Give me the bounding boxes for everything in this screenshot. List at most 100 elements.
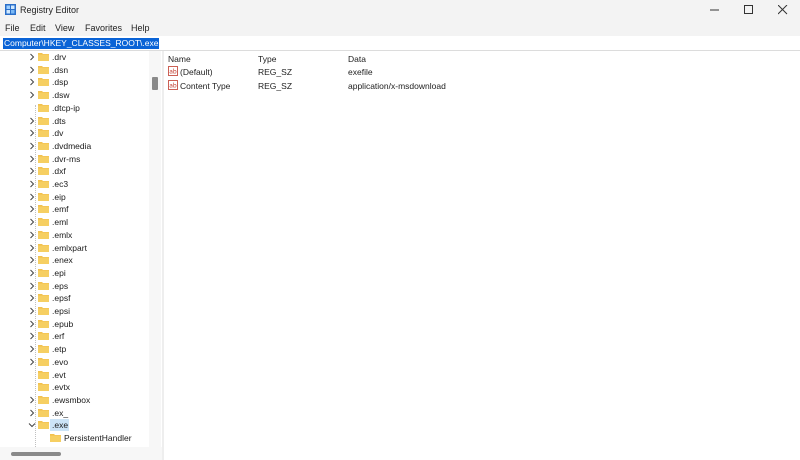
column-header-name[interactable]: Name [168,54,191,64]
chevron-right-icon[interactable] [28,180,36,188]
address-bar[interactable]: Computer\HKEY_CLASSES_ROOT\.exe [0,36,800,51]
chevron-right-icon[interactable] [28,231,36,239]
tree-node-evo[interactable]: .evo [0,356,148,368]
tree-node-eml[interactable]: .eml [0,216,148,228]
folder-icon [38,116,49,125]
tree-node-enex[interactable]: .enex [0,254,148,266]
tree-node-label: .dvr-ms [52,153,81,164]
tree-node-label: .emlxpart [52,242,87,253]
tree-node-dvr-ms[interactable]: .dvr-ms [0,153,148,165]
tree-node-emlx[interactable]: .emlx [0,229,148,241]
tree-node-label: .emf [52,204,69,215]
folder-icon [38,268,49,277]
menu-file[interactable]: File [5,23,20,33]
chevron-right-icon[interactable] [28,78,36,86]
tree-node-exe[interactable]: .exe [0,419,148,432]
chevron-right-icon[interactable] [28,320,36,328]
svg-text:ab: ab [169,69,177,76]
chevron-right-icon[interactable] [28,167,36,175]
tree-node-eip[interactable]: .eip [0,191,148,203]
chevron-right-icon[interactable] [28,345,36,353]
chevron-right-icon[interactable] [28,282,36,290]
tree-node-persistenthandler[interactable]: PersistentHandler [0,432,148,444]
tree-node-etp[interactable]: .etp [0,343,148,355]
tree-node-ewsmbox[interactable]: .ewsmbox [0,394,148,406]
chevron-right-icon[interactable] [28,117,36,125]
tree-node-ex[interactable]: .ex_ [0,407,148,419]
chevron-right-icon[interactable] [28,358,36,366]
chevron-right-icon[interactable] [28,142,36,150]
chevron-right-icon[interactable] [28,396,36,404]
chevron-right-icon[interactable] [28,256,36,264]
chevron-right-icon[interactable] [28,244,36,252]
chevron-right-icon[interactable] [28,155,36,163]
tree-node-ec3[interactable]: .ec3 [0,178,148,190]
folder-icon [38,281,49,290]
scrollbar-thumb[interactable] [152,77,158,90]
string-value-icon: ab [168,66,178,76]
chevron-right-icon[interactable] [28,205,36,213]
menu-view[interactable]: View [55,23,74,33]
folder-icon [38,370,49,379]
tree-node-label: .epi [52,267,66,278]
column-header-type[interactable]: Type [258,54,276,64]
window-title: Registry Editor [20,5,80,15]
chevron-down-icon[interactable] [28,421,36,429]
chevron-right-icon[interactable] [28,218,36,226]
chevron-right-icon[interactable] [28,53,36,61]
chevron-right-icon[interactable] [28,129,36,137]
folder-icon [38,65,49,74]
maximize-icon [744,5,753,14]
value-row[interactable]: ab Content Type REG_SZ application/x-msd… [164,79,800,93]
tree-node-drv[interactable]: .drv [0,51,148,63]
tree-node-dvdmedia[interactable]: .dvdmedia [0,140,148,152]
minimize-button[interactable] [698,0,732,20]
tree-node-epsf[interactable]: .epsf [0,292,148,304]
tree-node-dtcp-ip[interactable]: .dtcp-ip [0,102,148,114]
scrollbar-thumb[interactable] [11,452,61,456]
chevron-right-icon[interactable] [28,66,36,74]
tree-node-epub[interactable]: .epub [0,318,148,330]
chevron-right-icon[interactable] [28,332,36,340]
chevron-right-icon[interactable] [28,307,36,315]
chevron-right-icon[interactable] [28,91,36,99]
tree-node-eps[interactable]: .eps [0,280,148,292]
folder-icon [38,307,49,315]
key-tree: .drv .dsn .dsp .dsw .dtcp-ip .dts .dv .dvdmedia… [0,51,162,447]
menu-edit[interactable]: Edit [30,23,46,33]
tree-node-dv[interactable]: .dv [0,127,148,139]
tree-node-evtx[interactable]: .evtx [0,381,148,393]
chevron-right-icon[interactable] [28,294,36,302]
tree-horizontal-scrollbar[interactable] [0,447,162,460]
column-header-data[interactable]: Data [348,54,366,64]
folder-icon [38,357,49,366]
tree-node-epsi[interactable]: .epsi [0,305,148,317]
tree-node-dxf[interactable]: .dxf [0,165,148,177]
tree-node-label: .dv [52,128,64,139]
tree-node-label: .evtx [52,382,70,393]
tree-node-evt[interactable]: .evt [0,369,148,381]
tree-node-erf[interactable]: .erf [0,330,148,342]
tree-node-label: .drv [52,52,67,62]
tree-node-dsw[interactable]: .dsw [0,89,148,101]
chevron-right-icon[interactable] [28,193,36,201]
tree-node-emf[interactable]: .emf [0,203,148,215]
tree-node-dts[interactable]: .dts [0,115,148,127]
chevron-right-icon[interactable] [28,269,36,277]
menu-favorites[interactable]: Favorites [85,23,122,33]
menu-help[interactable]: Help [131,23,150,33]
tree-vertical-scrollbar[interactable] [149,51,161,447]
tree-node-epi[interactable]: .epi [0,267,148,279]
tree-node-dsn[interactable]: .dsn [0,64,148,76]
chevron-right-icon[interactable] [28,409,36,417]
close-button[interactable] [766,0,800,20]
maximize-button[interactable] [732,0,766,20]
tree-node-emlxpart[interactable]: .emlxpart [0,242,148,254]
tree-node-label: .dsp [52,77,69,88]
tree-node-dsp[interactable]: .dsp [0,76,148,88]
menu-bar: File Edit View Favorites Help [0,20,800,36]
address-path[interactable]: Computer\HKEY_CLASSES_ROOT\.exe [3,38,160,49]
value-row[interactable]: ab (Default) REG_SZ exefile [164,65,800,79]
tree-node-label: .dts [52,115,66,126]
folder-icon [38,218,49,227]
